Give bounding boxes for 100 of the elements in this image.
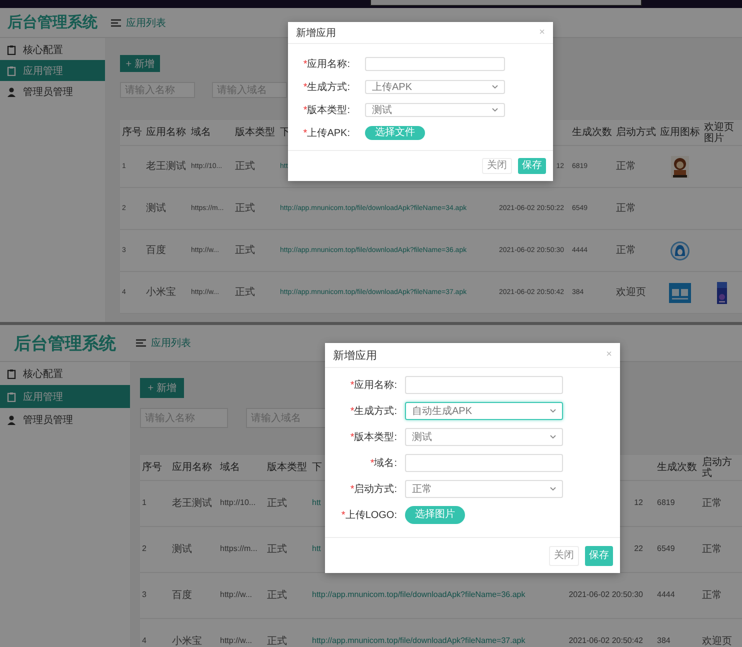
person-icon	[7, 414, 16, 424]
required-mark: *	[303, 128, 308, 138]
table-cell: 正常	[616, 203, 636, 214]
download-link[interactable]: http://app.mnunicom.top/file/downloadApk?fileName=37.apk	[312, 637, 526, 646]
select-field[interactable]: 上传APK	[365, 80, 505, 94]
table-cell: 384	[657, 637, 670, 646]
table-cell: 正式	[235, 161, 255, 172]
add-button[interactable]: + 新增	[120, 55, 160, 72]
table-cell: 12	[634, 499, 643, 508]
table-cell: 正常	[702, 498, 722, 509]
close-button[interactable]: 关闭	[482, 158, 512, 174]
person-icon	[7, 86, 16, 96]
input-field[interactable]	[405, 454, 563, 472]
field-label: 域名:	[374, 458, 397, 469]
breadcrumb[interactable]: 应用列表	[151, 336, 191, 350]
required-mark: *	[350, 406, 354, 417]
select-field[interactable]: 自动生成APK	[405, 402, 563, 420]
column-header: 版本类型	[235, 127, 275, 138]
table-cell: 小米宝	[146, 287, 176, 298]
dialog-title: 新增应用	[296, 26, 336, 40]
table-cell: 6819	[657, 499, 675, 508]
sidebar-item[interactable]: 核心配置	[0, 39, 105, 60]
sidebar-item[interactable]: 管理员管理	[0, 81, 105, 102]
field-label: 生成方式:	[307, 82, 350, 92]
column-header: 域名	[220, 462, 240, 473]
table-cell: 百度	[172, 590, 192, 601]
field-label: 应用名称:	[354, 380, 397, 391]
select-field[interactable]: 测试	[405, 428, 563, 446]
sidebar-item[interactable]: 管理员管理	[0, 408, 130, 431]
save-button[interactable]: 保存	[518, 158, 546, 174]
table-cell: 测试	[146, 203, 166, 214]
close-icon[interactable]: ×	[539, 28, 545, 38]
field-label: 应用名称:	[307, 58, 350, 70]
download-link[interactable]: http://app.mnunicom.top/file/downloadApk?fileName=36.apk	[312, 591, 526, 600]
column-header: 版本类型	[267, 462, 307, 473]
table-cell: 正式	[235, 203, 255, 214]
table-cell: 正常	[616, 161, 636, 172]
table-cell: 3	[142, 591, 146, 600]
sidebar-item[interactable]: 应用管理	[0, 60, 105, 81]
table-cell: https://m...	[220, 545, 258, 554]
brand-title: 后台管理系统	[12, 332, 117, 354]
table-cell: 22	[634, 545, 643, 554]
column-header: 生成次数	[572, 127, 612, 138]
table-cell: http://w...	[220, 637, 252, 646]
upload-button[interactable]: 选择文件	[365, 126, 425, 140]
add-button[interactable]: + 新增	[140, 378, 184, 398]
required-mark: *	[341, 510, 346, 521]
table-cell: 正式	[235, 245, 255, 256]
input-field[interactable]	[365, 56, 505, 70]
column-header: 下	[312, 462, 322, 473]
required-mark: *	[350, 484, 354, 495]
menu-icon[interactable]	[111, 18, 121, 26]
clipboard-icon	[7, 44, 16, 54]
field-label: 启动方式:	[354, 484, 397, 495]
chevron-icon	[492, 108, 498, 112]
dialog-title: 新增应用	[333, 348, 377, 362]
table-cell: 正式	[267, 636, 287, 647]
required-mark: *	[303, 104, 308, 116]
clipboard-icon	[7, 368, 16, 378]
download-link[interactable]: htt	[312, 499, 321, 508]
close-icon[interactable]: ×	[606, 350, 612, 360]
breadcrumb[interactable]: 应用列表	[126, 16, 166, 30]
table-cell: 4	[142, 637, 146, 646]
select-field[interactable]: 测试	[365, 102, 505, 116]
field-label: 版本类型:	[307, 104, 350, 116]
field-label: 上传LOGO:	[345, 510, 397, 521]
column-header: 欢迎页图片	[704, 122, 735, 144]
chevron-icon	[550, 409, 556, 413]
table-cell: 正常	[616, 245, 636, 256]
close-button[interactable]: 关闭	[549, 546, 579, 566]
table-cell: 欢迎页	[616, 287, 646, 298]
column-header: 序号	[122, 127, 142, 138]
upload-button[interactable]: 选择图片	[405, 506, 465, 524]
table-cell: 老王测试	[146, 161, 186, 172]
chevron-icon	[492, 84, 498, 88]
table-cell: http://10...	[220, 499, 256, 508]
input-field[interactable]	[405, 376, 563, 394]
column-header: 应用图标	[660, 127, 700, 138]
field-label: 版本类型:	[354, 432, 397, 443]
table-cell: 测试	[172, 544, 192, 555]
menu-icon[interactable]	[136, 339, 146, 347]
table-cell: 小米宝	[172, 636, 202, 647]
clipboard-icon	[7, 66, 16, 76]
table-cell: 正式	[267, 590, 287, 601]
table-cell: 2021-06-02 20:50:42	[568, 637, 643, 646]
chevron-icon	[550, 487, 556, 491]
table-cell: 正常	[702, 590, 722, 601]
save-button[interactable]: 保存	[585, 546, 613, 566]
column-header: 应用名称	[146, 127, 186, 138]
column-header: 启动方式	[702, 456, 733, 478]
table-cell: 6549	[657, 545, 675, 554]
column-header: 启动方式	[616, 127, 656, 138]
select-field[interactable]: 正常	[405, 480, 563, 498]
table-cell: 2021-06-02 20:50:30	[568, 591, 643, 600]
sidebar-item[interactable]: 核心配置	[0, 362, 130, 385]
download-link[interactable]: htt	[312, 545, 321, 554]
required-mark: *	[303, 82, 308, 92]
required-mark: *	[370, 458, 374, 469]
field-label: 生成方式:	[354, 406, 397, 417]
sidebar-item[interactable]: 应用管理	[0, 385, 130, 408]
